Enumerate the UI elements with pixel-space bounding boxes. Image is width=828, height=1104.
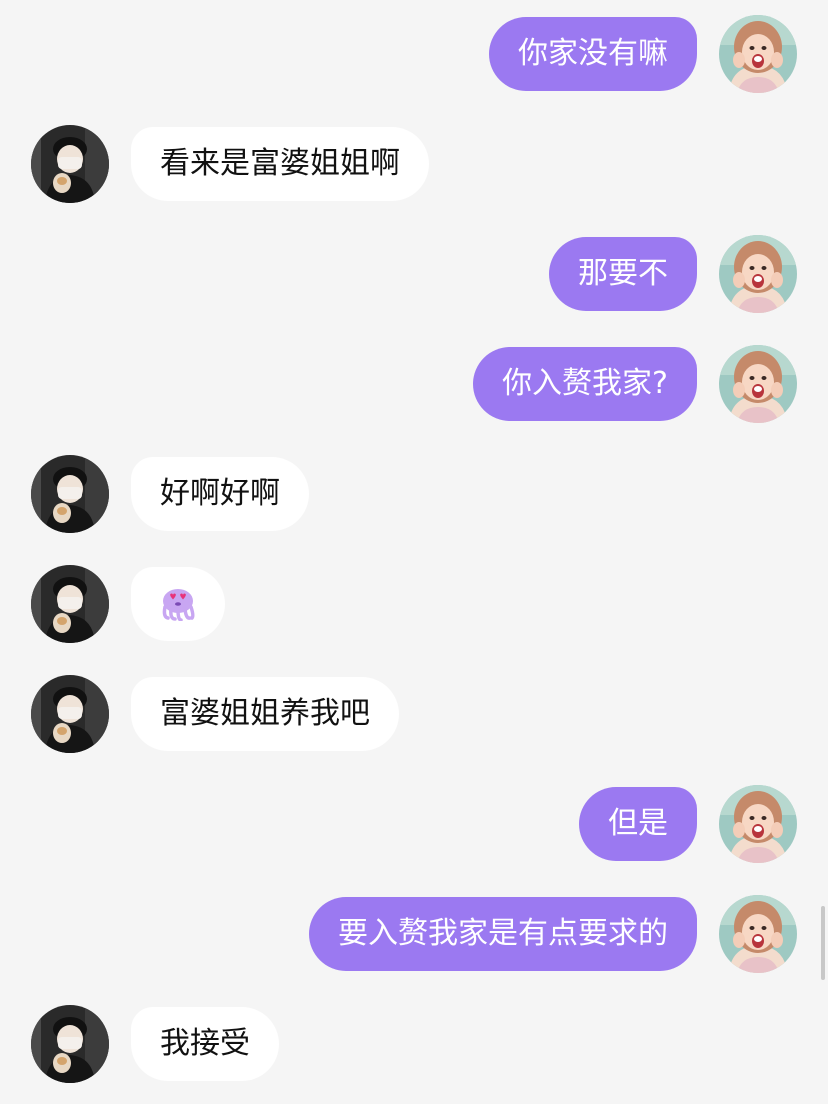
message-row-incoming: 好啊好啊 [0,454,828,534]
message-bubble-outgoing[interactable]: 那要不 [549,237,697,311]
message-row-incoming: 看来是富婆姐姐啊 [0,124,828,204]
my-avatar[interactable] [719,785,797,863]
message-row-outgoing: 你入赘我家? [0,344,828,424]
message-row-incoming: 我接受 [0,1004,828,1084]
message-bubble-outgoing[interactable]: 你入赘我家? [473,347,697,421]
message-row-incoming [0,564,828,644]
contact-avatar[interactable] [31,1005,109,1083]
message-row-outgoing: 但是 [0,784,828,864]
my-avatar[interactable] [719,235,797,313]
message-bubble-incoming[interactable]: 富婆姐姐养我吧 [131,677,399,751]
message-bubble-outgoing[interactable]: 你家没有嘛 [489,17,697,91]
message-bubble-incoming[interactable]: 看来是富婆姐姐啊 [131,127,429,201]
message-row-outgoing: 要入赘我家是有点要求的 [0,894,828,974]
my-avatar[interactable] [719,15,797,93]
contact-avatar[interactable] [31,455,109,533]
message-row-outgoing: 你家没有嘛 [0,14,828,94]
scrollbar-thumb[interactable] [821,906,825,980]
contact-avatar[interactable] [31,125,109,203]
message-row-incoming: 富婆姐姐养我吧 [0,674,828,754]
sticker-bubble[interactable] [131,567,225,641]
my-avatar[interactable] [719,345,797,423]
my-avatar[interactable] [719,895,797,973]
message-bubble-outgoing[interactable]: 要入赘我家是有点要求的 [309,897,697,971]
message-bubble-outgoing[interactable]: 但是 [579,787,697,861]
heart-eyes-octopus-emoji [162,589,195,621]
message-bubble-incoming[interactable]: 我接受 [131,1007,279,1081]
message-bubble-incoming[interactable]: 好啊好啊 [131,457,309,531]
contact-avatar[interactable] [31,565,109,643]
message-row-outgoing: 那要不 [0,234,828,314]
contact-avatar[interactable] [31,675,109,753]
